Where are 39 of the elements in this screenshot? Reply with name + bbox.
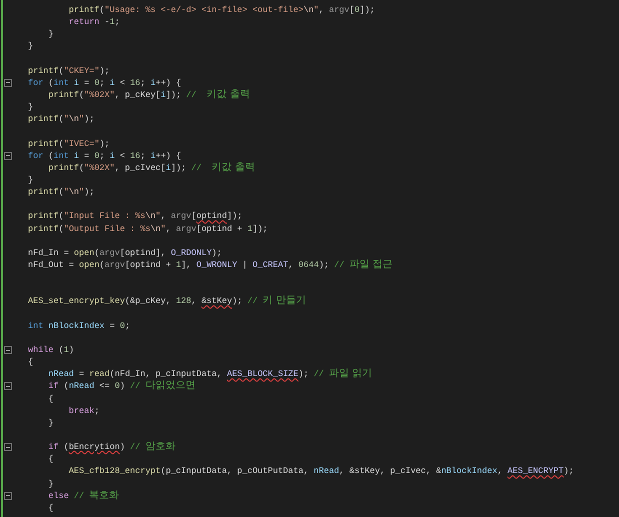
code-line: nFd_In = open(argv[optind], O_RDONLY); <box>28 246 222 259</box>
collapse-icon[interactable] <box>4 492 12 500</box>
code-line: { <box>47 502 54 514</box>
code-line: for (int i = 0; i < 16; i++) { <box>28 76 182 89</box>
code-line: } <box>47 478 54 490</box>
code-line: printf("%02X", p_cIvec[i]); // 키값 출력 <box>47 162 255 174</box>
code-line: else // 복호화 <box>47 490 120 502</box>
code-line: } <box>47 416 54 429</box>
code-line: break; <box>68 404 100 417</box>
code-line: { <box>47 392 54 405</box>
code-line: } <box>47 28 54 40</box>
code-line: if (bEncrytion) // 암호화 <box>47 441 176 454</box>
code-line: printf("Input File : %s\n", argv[optind]); <box>28 210 242 222</box>
code-line: printf("\n"); <box>28 113 94 126</box>
collapse-icon[interactable] <box>4 346 12 354</box>
code-line: if (nRead <= 0) // 다읽었으면 <box>47 380 196 392</box>
code-line: nRead = read(nFd_In, p_cInputData, AES_BLOCK_SIZE); // 파일 읽기 <box>47 368 372 380</box>
code-line: } <box>28 174 34 186</box>
code-line: } <box>28 101 34 114</box>
collapse-icon[interactable] <box>4 443 12 452</box>
code-line: { <box>28 356 34 368</box>
code-line: printf("IVEC="); <box>28 138 110 150</box>
code-line: printf("CKEY="); <box>28 64 110 77</box>
code-line: for (int i = 0; i < 16; i++) { <box>28 150 182 162</box>
code-line: return -1; <box>68 16 120 28</box>
code-line: printf("\n"); <box>28 186 94 198</box>
code-line: int nBlockIndex = 0; <box>28 320 130 332</box>
collapse-icon[interactable] <box>4 78 12 87</box>
code-line: AES_cfb128_encrypt(p_cInputData, p_cOutPutData, nRead, &stKey, p_cIvec, &nBlockIndex, AES_ENCRYPT); <box>68 465 574 478</box>
code-line: printf("%02X", p_cKey[i]); // 키값 출력 <box>47 89 250 102</box>
collapse-icon[interactable] <box>4 152 12 160</box>
code-line: printf("Usage: %s <-e/-d> <in-file> <out-file>\n", argv[0]); <box>68 4 375 16</box>
code-line: } <box>28 40 34 52</box>
code-line: { <box>47 453 54 466</box>
code-line: printf("Output File : %s\n", argv[optind + 1]); <box>28 222 268 235</box>
code-line: nFd_Out = open(argv[optind + 1], O_WRONLY | O_CREAT, 0644); // 파일 접근 <box>28 259 393 272</box>
code-line: AES_set_encrypt_key(&p_cKey, 128, &stKey); // 키 만들기 <box>28 295 306 308</box>
code-line: while (1) <box>28 344 74 356</box>
collapse-icon[interactable] <box>4 382 12 390</box>
